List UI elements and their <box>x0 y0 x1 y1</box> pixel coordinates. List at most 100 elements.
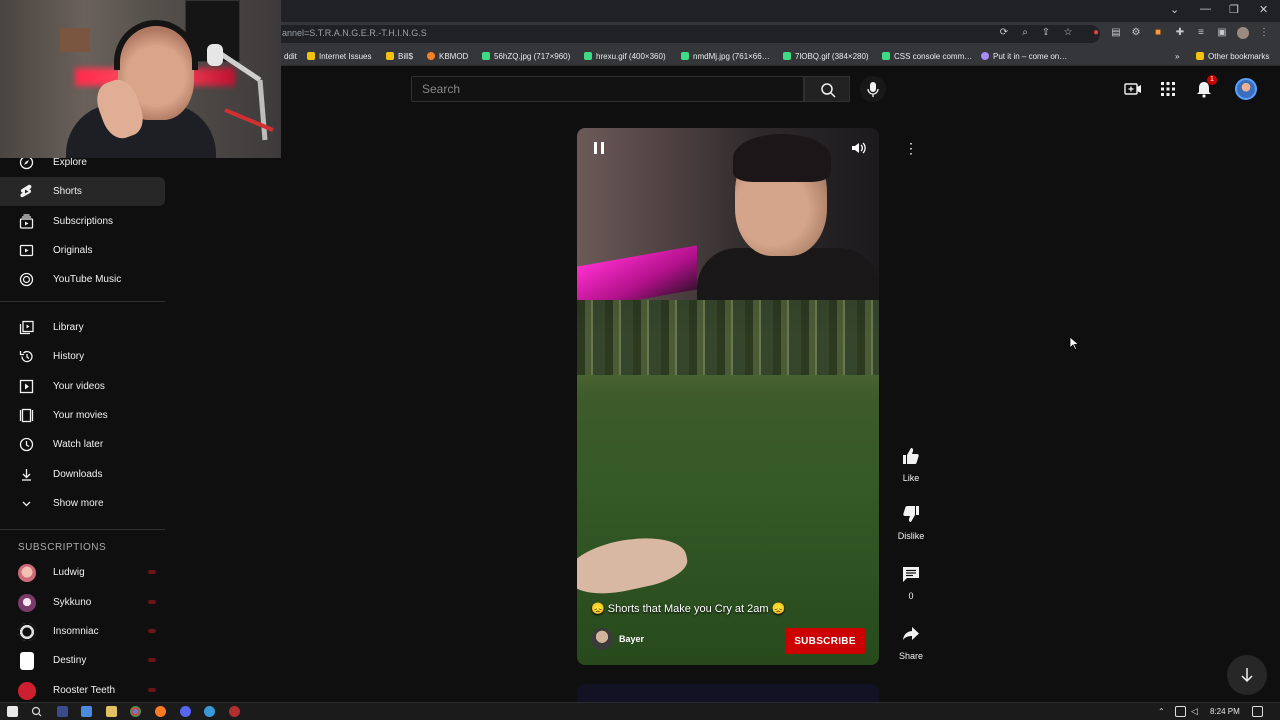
share-page-icon[interactable]: ⇪ <box>1040 27 1052 39</box>
apps-grid-icon[interactable] <box>1158 79 1178 99</box>
folder-icon <box>386 52 394 60</box>
more-options-icon[interactable]: ⋮ <box>904 140 918 156</box>
voice-search-button[interactable] <box>860 76 886 102</box>
clock-icon <box>19 437 34 452</box>
channel-name[interactable]: Bayer <box>619 634 644 644</box>
bookmark-item[interactable]: 56hZQ.jpg (717×960) <box>482 50 570 62</box>
sidebar-item-history[interactable]: History <box>0 342 165 371</box>
browser-menu-icon[interactable]: ⋮ <box>1258 27 1270 39</box>
zoom-icon[interactable]: ⌕ <box>1019 27 1031 39</box>
subscription-item-sykkuno[interactable]: Sykkuno <box>0 588 165 617</box>
image-icon <box>783 52 791 60</box>
channel-avatar <box>18 594 36 612</box>
network-icon[interactable] <box>1175 706 1186 717</box>
sidebar-item-subscriptions[interactable]: Subscriptions <box>0 207 165 236</box>
image-icon <box>584 52 592 60</box>
bookmark-item[interactable]: 7lOBQ.gif (384×280) <box>783 50 869 62</box>
arrow-down-icon <box>1241 668 1253 683</box>
bookmark-item[interactable]: CSS console comm… <box>882 50 972 62</box>
taskbar-app-icon[interactable] <box>81 706 92 717</box>
other-bookmarks[interactable]: Other bookmarks <box>1196 50 1269 62</box>
firefox-icon[interactable] <box>155 706 166 717</box>
reading-list-icon[interactable]: ≡ <box>1195 27 1207 39</box>
address-bar[interactable]: annel=S.T.R.A.N.G.E.R.-T.H.I.N.G.S <box>240 25 1100 43</box>
search-button[interactable] <box>804 76 850 102</box>
taskbar-app-icon[interactable] <box>229 706 240 717</box>
windows-start-icon[interactable] <box>7 706 18 717</box>
subscription-item-destiny[interactable]: Destiny <box>0 646 165 675</box>
volume-tray-icon[interactable]: ◁ <box>1191 706 1202 717</box>
taskbar-clock[interactable]: 8:24 PM <box>1210 707 1240 716</box>
live-indicator <box>148 658 156 662</box>
tray-overflow-icon[interactable]: ⌃ <box>1158 706 1169 717</box>
subscription-item-rooster-teeth[interactable]: Rooster Teeth <box>0 676 165 705</box>
bookmark-item[interactable]: nmdMj.jpg (761×66… <box>681 50 770 62</box>
subscribe-button[interactable]: SUBSCRIBE <box>785 628 865 654</box>
sidebar-item-originals[interactable]: Originals <box>0 236 165 265</box>
bookmark-item[interactable]: KBMOD <box>427 50 468 62</box>
next-short-preview[interactable] <box>577 684 879 702</box>
live-indicator <box>148 629 156 633</box>
search-box[interactable] <box>411 76 804 102</box>
url-text: annel=S.T.R.A.N.G.E.R.-T.H.I.N.G.S <box>282 28 427 38</box>
extension-box-icon[interactable]: ■ <box>1152 27 1164 39</box>
like-button[interactable]: Like <box>891 446 931 483</box>
thumbs-down-icon <box>903 506 919 522</box>
sidebar-item-your-videos[interactable]: Your videos <box>0 372 165 401</box>
sidebar-item-library[interactable]: Library <box>0 313 165 342</box>
next-short-button[interactable] <box>1227 655 1267 695</box>
extension-gear-icon[interactable]: ⚙ <box>1130 27 1142 39</box>
profile-icon[interactable] <box>1237 27 1249 39</box>
extension-red-icon[interactable]: ● <box>1090 27 1102 39</box>
site-icon <box>981 52 989 60</box>
taskbar-app-icon[interactable] <box>57 706 68 717</box>
sidebar-item-downloads[interactable]: Downloads <box>0 460 165 489</box>
create-video-icon[interactable] <box>1123 79 1143 99</box>
account-avatar[interactable] <box>1235 78 1257 100</box>
close-window-icon[interactable]: ✕ <box>1259 3 1268 16</box>
comments-button[interactable]: 0 <box>891 564 931 601</box>
bookmark-item[interactable]: Put it in – come on… <box>981 50 1067 62</box>
bookmark-item[interactable]: Bill$ <box>386 50 413 62</box>
short-title[interactable]: 😞 Shorts that Make you Cry at 2am 😞 <box>591 602 785 615</box>
short-video-top-frame <box>577 128 879 311</box>
volume-icon[interactable] <box>850 140 866 156</box>
short-video-player[interactable]: 😞 Shorts that Make you Cry at 2am 😞 Baye… <box>577 128 879 665</box>
restore-icon[interactable]: ❐ <box>1229 3 1239 16</box>
tab-search-icon[interactable]: ⌄ <box>1170 3 1179 16</box>
bookmark-star-icon[interactable]: ☆ <box>1062 27 1074 39</box>
search-input[interactable] <box>412 77 803 101</box>
bookmark-item[interactable]: Internet Issues <box>307 50 371 62</box>
notifications-tray-icon[interactable] <box>1252 706 1263 717</box>
install-app-icon[interactable]: ⟳ <box>998 27 1010 39</box>
channel-avatar <box>20 652 34 670</box>
side-panel-icon[interactable]: ▣ <box>1216 27 1228 39</box>
sidebar-item-your-movies[interactable]: Your movies <box>0 401 165 430</box>
discord-icon[interactable] <box>180 706 191 717</box>
taskbar-search-icon[interactable] <box>31 706 42 717</box>
bookmark-item[interactable]: ddit <box>284 50 297 62</box>
subscription-item-ludwig[interactable]: Ludwig <box>0 558 165 587</box>
minimize-icon[interactable]: — <box>1200 3 1211 15</box>
dislike-button[interactable]: Dislike <box>891 504 931 541</box>
site-icon <box>427 52 435 60</box>
pause-icon[interactable] <box>591 140 607 156</box>
channel-avatar[interactable] <box>591 628 613 650</box>
bookmark-item[interactable]: hrexu.gif (400×360) <box>584 50 666 62</box>
subscription-item-insomniac[interactable]: Insomniac <box>0 617 165 646</box>
file-explorer-icon[interactable] <box>106 706 117 717</box>
chrome-icon[interactable] <box>130 706 141 717</box>
video-hand <box>577 528 691 602</box>
live-indicator <box>148 570 156 574</box>
sidebar-item-shorts[interactable]: Shorts <box>0 177 165 206</box>
share-button[interactable]: Share <box>891 624 931 661</box>
extensions-puzzle-icon[interactable]: ✚ <box>1174 27 1186 39</box>
notification-badge: 1 <box>1207 75 1217 85</box>
extension-chat-icon[interactable]: ▤ <box>1110 27 1122 39</box>
bookmarks-overflow-icon[interactable]: » <box>1175 50 1179 62</box>
microphone-icon <box>867 82 879 97</box>
sidebar-item-youtube-music[interactable]: YouTube Music <box>0 265 165 294</box>
sidebar-item-watch-later[interactable]: Watch later <box>0 430 165 459</box>
taskbar-app-icon[interactable] <box>204 706 215 717</box>
sidebar-item-show-more[interactable]: Show more <box>0 489 165 518</box>
